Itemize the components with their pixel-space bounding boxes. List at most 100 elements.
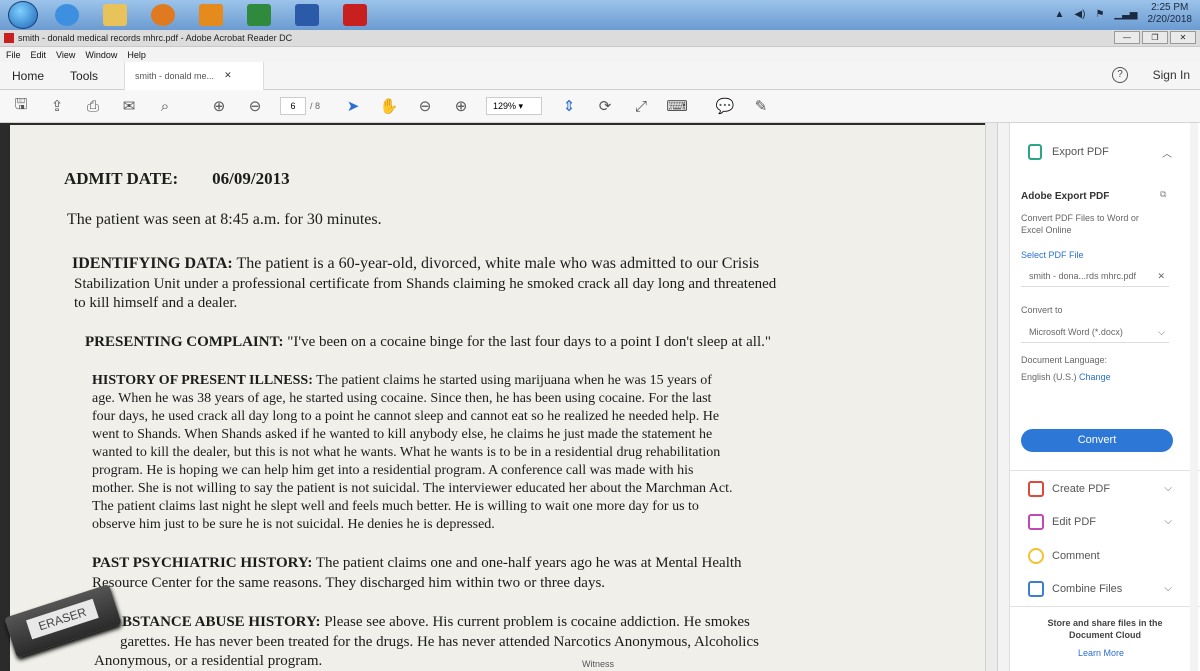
doc-line: PAST PSYCHIATRIC HISTORY: The patient cl…	[92, 555, 742, 571]
internet-explorer-icon[interactable]	[48, 2, 86, 28]
zoom-in-icon[interactable]: ⊕	[450, 95, 472, 117]
rotate-icon[interactable]: ⟳	[594, 95, 616, 117]
combine-files-chevron-icon[interactable]: ⌵	[1164, 583, 1172, 594]
comment-icon[interactable]: 💬	[714, 95, 736, 117]
create-pdf-icon	[1028, 481, 1044, 497]
flag-icon[interactable]: ⚑	[1095, 9, 1104, 20]
create-pdf-chevron-icon[interactable]: ⌵	[1164, 483, 1172, 494]
copy-icon[interactable]: ⧉	[1160, 189, 1166, 200]
document-scrollbar[interactable]	[985, 123, 997, 671]
document-viewer[interactable]: ADMIT DATE: 06/09/2013 The patient was s…	[0, 123, 997, 671]
collapse-chevron-icon[interactable]: ︿	[1162, 145, 1172, 160]
upload-icon[interactable]: ⇪	[46, 95, 68, 117]
create-pdf-tool[interactable]: Create PDF	[1028, 481, 1110, 497]
media-player-icon[interactable]	[144, 2, 182, 28]
panel-scrollbar[interactable]	[1190, 123, 1198, 671]
zoom-out-icon[interactable]: ⊖	[414, 95, 436, 117]
tab-home[interactable]: Home	[12, 69, 44, 83]
acrobat-small-icon	[4, 33, 14, 43]
menu-edit[interactable]: Edit	[31, 50, 47, 60]
print-icon[interactable]: ⎙	[82, 95, 104, 117]
comment-tool-label: Comment	[1052, 550, 1100, 562]
select-cursor-icon[interactable]: ➤	[342, 95, 364, 117]
email-icon[interactable]: ✉	[118, 95, 140, 117]
tab-tools[interactable]: Tools	[70, 69, 98, 83]
system-tray: ▲ ◀) ⚑ ▁▃▅ 2:25 PM 2/20/2018	[1055, 2, 1192, 26]
word-icon[interactable]	[288, 2, 326, 28]
page-total: / 8	[310, 101, 321, 111]
convert-to-label: Convert to	[1021, 305, 1063, 315]
outlook-icon[interactable]	[192, 2, 230, 28]
doc-line: age. When he was 38 years of age, he sta…	[92, 391, 712, 406]
comment-tool[interactable]: Comment	[1028, 548, 1100, 564]
change-language-link[interactable]: Change	[1079, 372, 1111, 382]
zoom-value: 129%	[493, 101, 517, 111]
menu-file[interactable]: File	[6, 50, 21, 60]
create-pdf-label: Create PDF	[1052, 483, 1111, 495]
export-pdf-icon	[1028, 144, 1042, 160]
fit-page-icon[interactable]: ⇕	[558, 95, 580, 117]
adobe-export-title: Adobe Export PDF	[1021, 191, 1110, 202]
doc-line-admit-date: ADMIT DATE: 06/09/2013	[64, 169, 290, 188]
doc-line: garettes. He has never been treated for …	[120, 634, 759, 650]
maximize-button[interactable]: ❐	[1142, 31, 1168, 44]
zoom-select[interactable]: 129% ▾	[486, 97, 543, 115]
export-pdf-title: Export PDF	[1052, 146, 1109, 158]
save-icon[interactable]: 🖫	[10, 95, 32, 117]
doc-line: went to Shands. When Shands asked if he …	[92, 427, 713, 442]
sign-in-link[interactable]: Sign In	[1153, 68, 1190, 82]
menu-view[interactable]: View	[56, 50, 75, 60]
menu-help[interactable]: Help	[127, 50, 146, 60]
panel-collapse-strip[interactable]	[998, 123, 1010, 671]
window-titlebar: smith - donald medical records mhrc.pdf …	[0, 30, 1200, 47]
doc-line: PRESENTING COMPLAINT: "I've been on a co…	[85, 334, 771, 350]
page-down-icon[interactable]: ⊖	[244, 95, 266, 117]
tab-document[interactable]: smith - donald me... ✕	[124, 61, 265, 90]
tab-bar: Home Tools smith - donald me... ✕	[0, 61, 1200, 90]
footer-stamp: Witness	[582, 659, 615, 669]
highlight-pen-icon[interactable]: ✎	[750, 95, 772, 117]
remove-file-icon[interactable]: ✕	[1157, 265, 1165, 287]
section-heading: HISTORY OF PRESENT ILLNESS:	[92, 373, 313, 388]
page-number-input[interactable]: 6	[280, 97, 306, 115]
menu-window[interactable]: Window	[85, 50, 117, 60]
document-tab-label: smith - donald me...	[135, 70, 215, 81]
hand-tool-icon[interactable]: ✋	[378, 95, 400, 117]
selected-file[interactable]: smith - dona...rds mhrc.pdf ✕	[1021, 265, 1169, 287]
convert-to-select[interactable]: Microsoft Word (*.docx) ⌵	[1021, 321, 1169, 343]
file-explorer-icon[interactable]	[96, 2, 134, 28]
minimize-button[interactable]: —	[1114, 31, 1140, 44]
keyboard-shortcut-icon[interactable]: ⌨	[666, 95, 688, 117]
page-up-icon[interactable]: ⊕	[208, 95, 230, 117]
start-orb-icon[interactable]	[8, 1, 38, 29]
edit-pdf-chevron-icon[interactable]: ⌵	[1164, 516, 1172, 527]
full-screen-icon[interactable]: ⤢	[630, 95, 652, 117]
clock[interactable]: 2:25 PM 2/20/2018	[1148, 2, 1193, 26]
tray-arrow-icon[interactable]: ▲	[1055, 9, 1065, 20]
help-icon[interactable]: ?	[1112, 67, 1128, 83]
edit-pdf-tool[interactable]: Edit PDF	[1028, 514, 1096, 530]
window-title: smith - donald medical records mhrc.pdf …	[18, 33, 293, 43]
network-icon[interactable]: ▁▃▅	[1114, 9, 1137, 20]
export-pdf-header[interactable]: Export PDF	[1028, 144, 1109, 160]
convert-button[interactable]: Convert	[1021, 429, 1173, 452]
doc-line: IDENTIFYING DATA: The patient is a 60-ye…	[72, 255, 760, 272]
dropdown-chevron-icon: ⌵	[1158, 327, 1165, 337]
search-icon[interactable]: ⌕	[154, 95, 176, 117]
menu-bar: File Edit View Window Help	[0, 47, 1200, 62]
select-file-label[interactable]: Select PDF File	[1021, 250, 1084, 260]
close-button[interactable]: ✕	[1170, 31, 1196, 44]
combine-files-tool[interactable]: Combine Files	[1028, 581, 1122, 597]
acrobat-icon[interactable]	[336, 2, 374, 28]
close-tab-icon[interactable]: ✕	[224, 70, 232, 81]
section-heading: IDENTIFYING DATA:	[72, 255, 233, 272]
learn-more-link[interactable]: Learn More	[1078, 648, 1124, 658]
doc-line: HISTORY OF PRESENT ILLNESS: The patient …	[92, 373, 712, 388]
right-tools-panel: Export PDF ︿ Adobe Export PDF ⧉ Convert …	[997, 123, 1200, 671]
doc-line: four days, he used crack all day long to…	[92, 409, 720, 424]
volume-icon[interactable]: ◀)	[1074, 9, 1085, 20]
doc-line: mother. She is not willing to say the pa…	[92, 481, 733, 496]
panel-divider	[1010, 470, 1200, 471]
panel-divider	[1010, 606, 1200, 607]
excel-icon[interactable]	[240, 2, 278, 28]
